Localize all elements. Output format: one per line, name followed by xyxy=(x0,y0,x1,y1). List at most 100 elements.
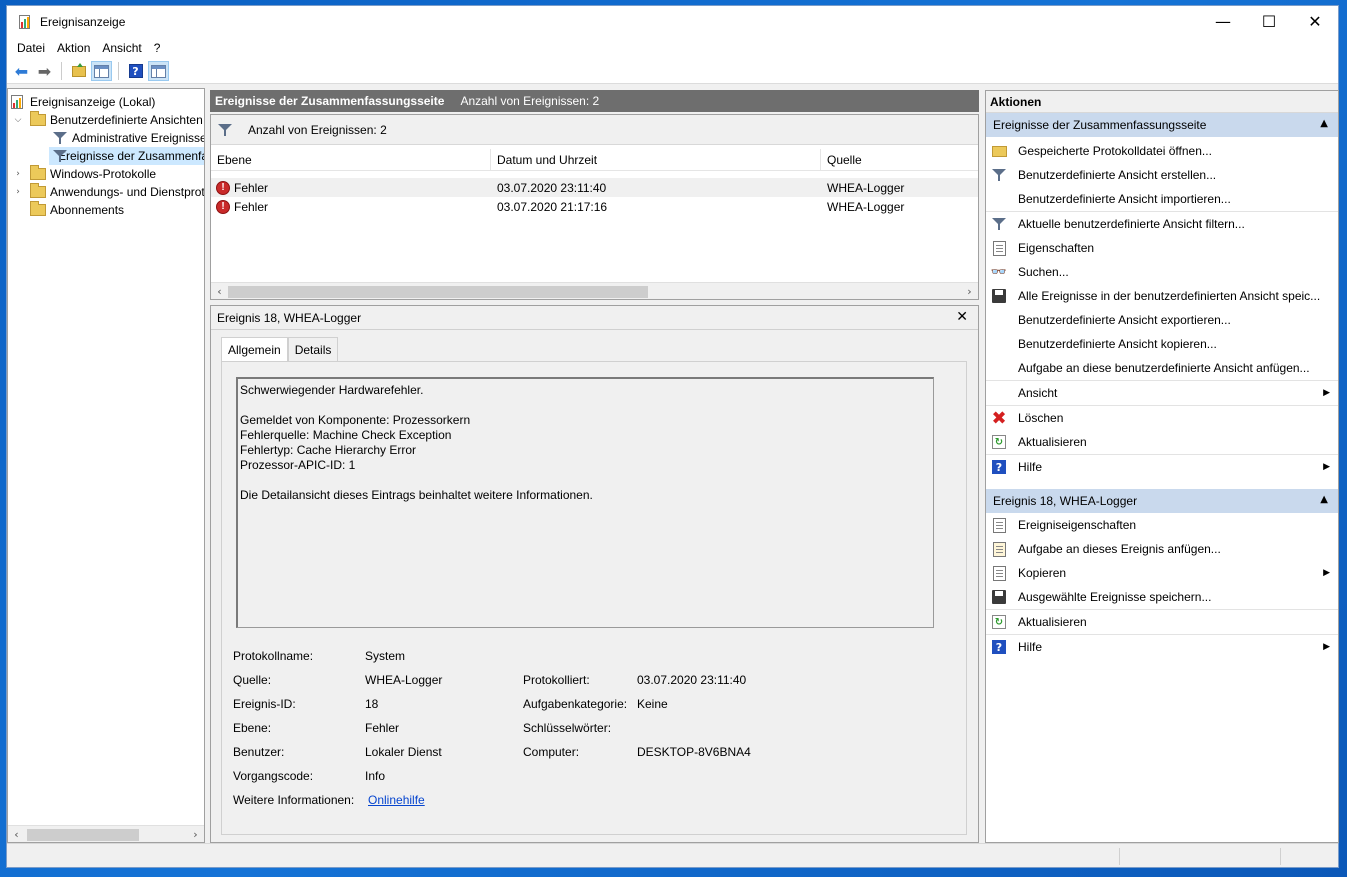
action-import-custom-view[interactable]: Benutzerdefinierte Ansicht importieren..… xyxy=(986,187,1338,211)
tree-item-label: Benutzerdefinierte Ansichten xyxy=(50,113,203,127)
action-attach-task-view[interactable]: Aufgabe an diese benutzerdefinierte Ansi… xyxy=(986,356,1338,380)
action-export-custom-view[interactable]: Benutzerdefinierte Ansicht exportieren..… xyxy=(986,308,1338,332)
tree-horizontal-scrollbar[interactable]: ‹ › xyxy=(8,825,204,842)
actions-pane: Aktionen Ereignisse der Zusammenfassungs… xyxy=(985,90,1339,843)
action-save-all-events[interactable]: Alle Ereignisse in der benutzerdefiniert… xyxy=(986,284,1338,308)
column-level[interactable]: Ebene xyxy=(211,149,491,170)
tree-item-app-logs[interactable]: › Anwendungs- und Dienstprotokolle xyxy=(12,183,204,201)
table-row[interactable]: ! Fehler 03.07.2020 23:11:40 WHEA-Logger xyxy=(211,178,978,197)
submenu-arrow-icon: ▶ xyxy=(1323,388,1330,398)
online-help-link[interactable]: Onlinehilfe xyxy=(368,793,425,807)
minimize-button[interactable]: — xyxy=(1200,6,1246,37)
tree-item-custom-views[interactable]: ⌵ Benutzerdefinierte Ansichten xyxy=(12,111,203,129)
label-event-id: Ereignis-ID: xyxy=(233,697,296,711)
tree-item-label: Ereignisse der Zusammenfassungsseite xyxy=(58,149,205,163)
table-row[interactable]: ! Fehler 03.07.2020 21:17:16 WHEA-Logger xyxy=(211,197,978,216)
scroll-left-icon[interactable]: ‹ xyxy=(211,285,228,298)
tab-general[interactable]: Allgemein xyxy=(221,337,288,362)
action-delete[interactable]: ✖ Löschen xyxy=(986,406,1338,430)
center-header-count: Anzahl von Ereignissen: 2 xyxy=(460,94,600,108)
event-description[interactable]: Schwerwiegender Hardwarefehler. Gemeldet… xyxy=(236,377,934,628)
actions-section-event[interactable]: Ereignis 18, WHEA-Logger ▲ xyxy=(986,489,1338,513)
tree-item-label: Administrative Ereignisse xyxy=(72,131,205,145)
list-horizontal-scrollbar[interactable]: ‹ › xyxy=(211,282,978,299)
tree-item-windows-logs[interactable]: › Windows-Protokolle xyxy=(12,165,156,183)
label-logged: Protokolliert: xyxy=(523,673,590,687)
maximize-button[interactable]: ☐ xyxy=(1246,6,1292,37)
column-datetime[interactable]: Datum und Uhrzeit xyxy=(491,149,821,170)
close-icon[interactable]: ✕ xyxy=(956,309,968,325)
forward-button[interactable]: ➡ xyxy=(34,61,55,81)
tree-item-summary-events[interactable]: Ereignisse der Zusammenfassungsseite xyxy=(49,147,205,165)
help-button[interactable]: ? xyxy=(125,61,146,81)
action-attach-task-event[interactable]: Aufgabe an dieses Ereignis anfügen... xyxy=(986,537,1338,561)
action-save-selected-events[interactable]: Ausgewählte Ereignisse speichern... xyxy=(986,585,1338,609)
tree-item-admin-events[interactable]: Administrative Ereignisse xyxy=(53,129,205,147)
tree-item-root[interactable]: Ereignisanzeige (Lokal) xyxy=(11,93,155,111)
label-log-name: Protokollname: xyxy=(233,649,314,663)
action-open-saved-log[interactable]: Gespeicherte Protokolldatei öffnen... xyxy=(986,139,1338,163)
tab-details[interactable]: Details xyxy=(287,337,339,361)
action-label: Aktualisieren xyxy=(1018,615,1087,629)
scroll-thumb[interactable] xyxy=(27,828,139,841)
chevron-down-icon[interactable]: ⌵ xyxy=(12,115,24,125)
column-source[interactable]: Quelle xyxy=(821,149,978,170)
event-viewer-app-icon xyxy=(18,14,32,30)
open-folder-icon xyxy=(991,145,1007,157)
chevron-right-icon[interactable]: › xyxy=(12,187,24,197)
detail-header: Ereignis 18, WHEA-Logger ✕ xyxy=(211,306,978,330)
menu-aktion[interactable]: Aktion xyxy=(51,41,96,55)
tree-item-label: Abonnements xyxy=(50,203,125,217)
value-logged: 03.07.2020 23:11:40 xyxy=(637,673,747,687)
action-view-submenu[interactable]: Ansicht ▶ xyxy=(986,381,1338,405)
toolbar: ⬅ ➡ ? xyxy=(7,59,1338,84)
title-bar: Ereignisanzeige — ☐ ✕ xyxy=(7,6,1338,37)
action-copy[interactable]: Kopieren ▶ xyxy=(986,561,1338,585)
label-opcode: Vorgangscode: xyxy=(233,769,314,783)
show-hide-actions-button[interactable] xyxy=(148,61,169,81)
task-clock-icon xyxy=(992,541,1006,557)
chevron-up-icon[interactable]: ▲ xyxy=(1320,494,1328,505)
forward-arrow-icon: ➡ xyxy=(37,61,52,81)
tree-item-subscriptions[interactable]: Abonnements xyxy=(30,201,124,219)
close-window-button[interactable]: ✕ xyxy=(1292,6,1338,37)
action-label: Benutzerdefinierte Ansicht kopieren... xyxy=(1018,337,1217,351)
up-level-button[interactable] xyxy=(68,61,89,81)
action-create-custom-view[interactable]: Benutzerdefinierte Ansicht erstellen... xyxy=(986,163,1338,187)
value-log-name: System xyxy=(365,649,406,663)
label-user: Benutzer: xyxy=(233,745,285,759)
action-find[interactable]: 👓 Suchen... xyxy=(986,260,1338,284)
chevron-right-icon[interactable]: › xyxy=(12,169,24,179)
scroll-thumb[interactable] xyxy=(228,285,648,298)
action-event-properties[interactable]: Ereigniseigenschaften xyxy=(986,513,1338,537)
menu-datei[interactable]: Datei xyxy=(11,41,51,55)
section-label: Ereignis 18, WHEA-Logger xyxy=(993,494,1138,508)
scroll-right-icon[interactable]: › xyxy=(961,285,978,298)
label-task-category: Aufgabenkategorie: xyxy=(523,697,628,711)
action-help[interactable]: ? Hilfe ▶ xyxy=(986,455,1338,479)
value-computer: DESKTOP-8V6BNA4 xyxy=(637,745,751,759)
error-icon: ! xyxy=(216,180,230,195)
menu-ansicht[interactable]: Ansicht xyxy=(96,41,147,55)
show-hide-tree-icon xyxy=(94,64,109,78)
chevron-up-icon[interactable]: ▲ xyxy=(1320,118,1328,129)
menu-help[interactable]: ? xyxy=(148,41,167,55)
scroll-left-icon[interactable]: ‹ xyxy=(8,828,25,841)
general-tab-body: Schwerwiegender Hardwarefehler. Gemeldet… xyxy=(221,361,967,835)
actions-section-view[interactable]: Ereignisse der Zusammenfassungsseite ▲ xyxy=(986,113,1338,137)
action-refresh[interactable]: ↻ Aktualisieren xyxy=(986,430,1338,454)
action-copy-custom-view[interactable]: Benutzerdefinierte Ansicht kopieren... xyxy=(986,332,1338,356)
action-label: Alle Ereignisse in der benutzerdefiniert… xyxy=(1018,289,1321,303)
show-hide-tree-button[interactable] xyxy=(91,61,112,81)
action-filter-current-view[interactable]: Aktuelle benutzerdefinierte Ansicht filt… xyxy=(986,212,1338,236)
toolbar-separator xyxy=(118,62,119,80)
action-help-event[interactable]: ? Hilfe ▶ xyxy=(986,635,1338,659)
scroll-right-icon[interactable]: › xyxy=(187,828,204,841)
event-level: Fehler xyxy=(234,180,269,195)
back-button[interactable]: ⬅ xyxy=(11,61,32,81)
action-label: Aufgabe an dieses Ereignis anfügen... xyxy=(1018,542,1221,556)
action-refresh-event[interactable]: ↻ Aktualisieren xyxy=(986,610,1338,634)
console-tree: Ereignisanzeige (Lokal) ⌵ Benutzerdefini… xyxy=(7,88,205,843)
value-opcode: Info xyxy=(365,769,386,783)
action-properties[interactable]: Eigenschaften xyxy=(986,236,1338,260)
